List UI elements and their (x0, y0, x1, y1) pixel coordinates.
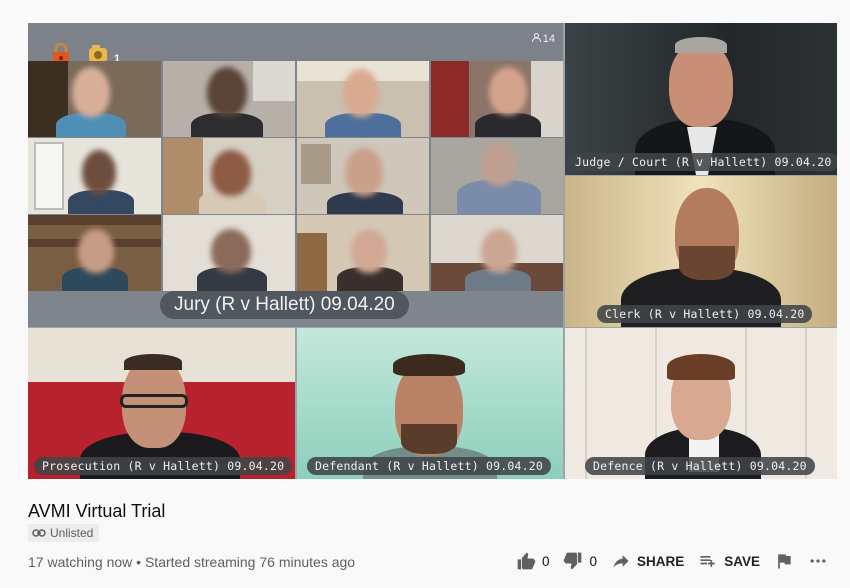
defendant-tile: Defendant (R v Hallett) 09.04.20 (297, 328, 563, 479)
jury-member-tile (297, 138, 429, 214)
jury-member-tile (431, 61, 563, 137)
jury-member-tile (297, 61, 429, 137)
view-info: 17 watching now • Started streaming 76 m… (28, 554, 356, 570)
jury-member-tile (28, 61, 161, 137)
jury-label: Jury (R v Hallett) 09.04.20 (160, 291, 409, 319)
video-title: AVMI Virtual Trial (28, 501, 166, 521)
share-icon (611, 551, 631, 571)
report-button[interactable] (774, 551, 794, 571)
privacy-badge: Unlisted (28, 524, 100, 542)
prosecution-tile: Prosecution (R v Hallett) 09.04.20 (28, 328, 295, 479)
like-count: 0 (541, 553, 550, 569)
participant-count: 14 (531, 33, 555, 45)
jury-member-tile (28, 215, 161, 291)
judge-tile: Judge / Court (R v Hallett) 09.04.20 (565, 23, 837, 175)
jury-member-tile (297, 215, 429, 291)
more-icon (808, 551, 828, 571)
judge-label: Judge / Court (R v Hallett) 09.04.20 (567, 153, 837, 171)
more-actions-button[interactable] (808, 551, 828, 571)
jury-gallery: 1 14 Jury (R v Hallett) 09.04.20 (28, 23, 563, 327)
jury-member-tile (163, 138, 295, 214)
privacy-label: Unlisted (50, 526, 94, 540)
dislike-button[interactable]: 0 (563, 551, 597, 571)
clerk-tile: Clerk (R v Hallett) 09.04.20 (565, 176, 837, 327)
like-button[interactable]: 0 (516, 551, 550, 571)
person-icon (531, 33, 541, 45)
clerk-label: Clerk (R v Hallett) 09.04.20 (597, 305, 813, 323)
jury-member-tile (431, 215, 563, 291)
jury-member-tile (163, 215, 295, 291)
jury-member-tile (163, 61, 295, 137)
dislike-count: 0 (589, 553, 597, 569)
share-label: SHARE (636, 553, 685, 569)
defendant-label: Defendant (R v Hallett) 09.04.20 (307, 457, 551, 475)
jury-member-tile (28, 138, 161, 214)
share-button[interactable]: SHARE (611, 551, 684, 571)
save-button[interactable]: SAVE (698, 551, 760, 571)
playlist-add-icon (698, 551, 718, 571)
link-icon (32, 528, 46, 538)
video-player[interactable]: 1 14 Jury (R v Hallett) 09.04.20 Judge /… (28, 23, 837, 479)
save-label: SAVE (724, 553, 760, 569)
thumbs-up-icon (516, 551, 536, 571)
thumbs-down-icon (563, 551, 583, 571)
defence-label: Defence (R v Hallett) 09.04.20 (585, 457, 815, 475)
defence-tile: Defence (R v Hallett) 09.04.20 (565, 328, 837, 479)
flag-icon (774, 551, 794, 571)
prosecution-label: Prosecution (R v Hallett) 09.04.20 (34, 457, 293, 475)
jury-member-tile (431, 138, 563, 214)
action-bar: 0 0 SHARE SAVE (516, 551, 828, 571)
